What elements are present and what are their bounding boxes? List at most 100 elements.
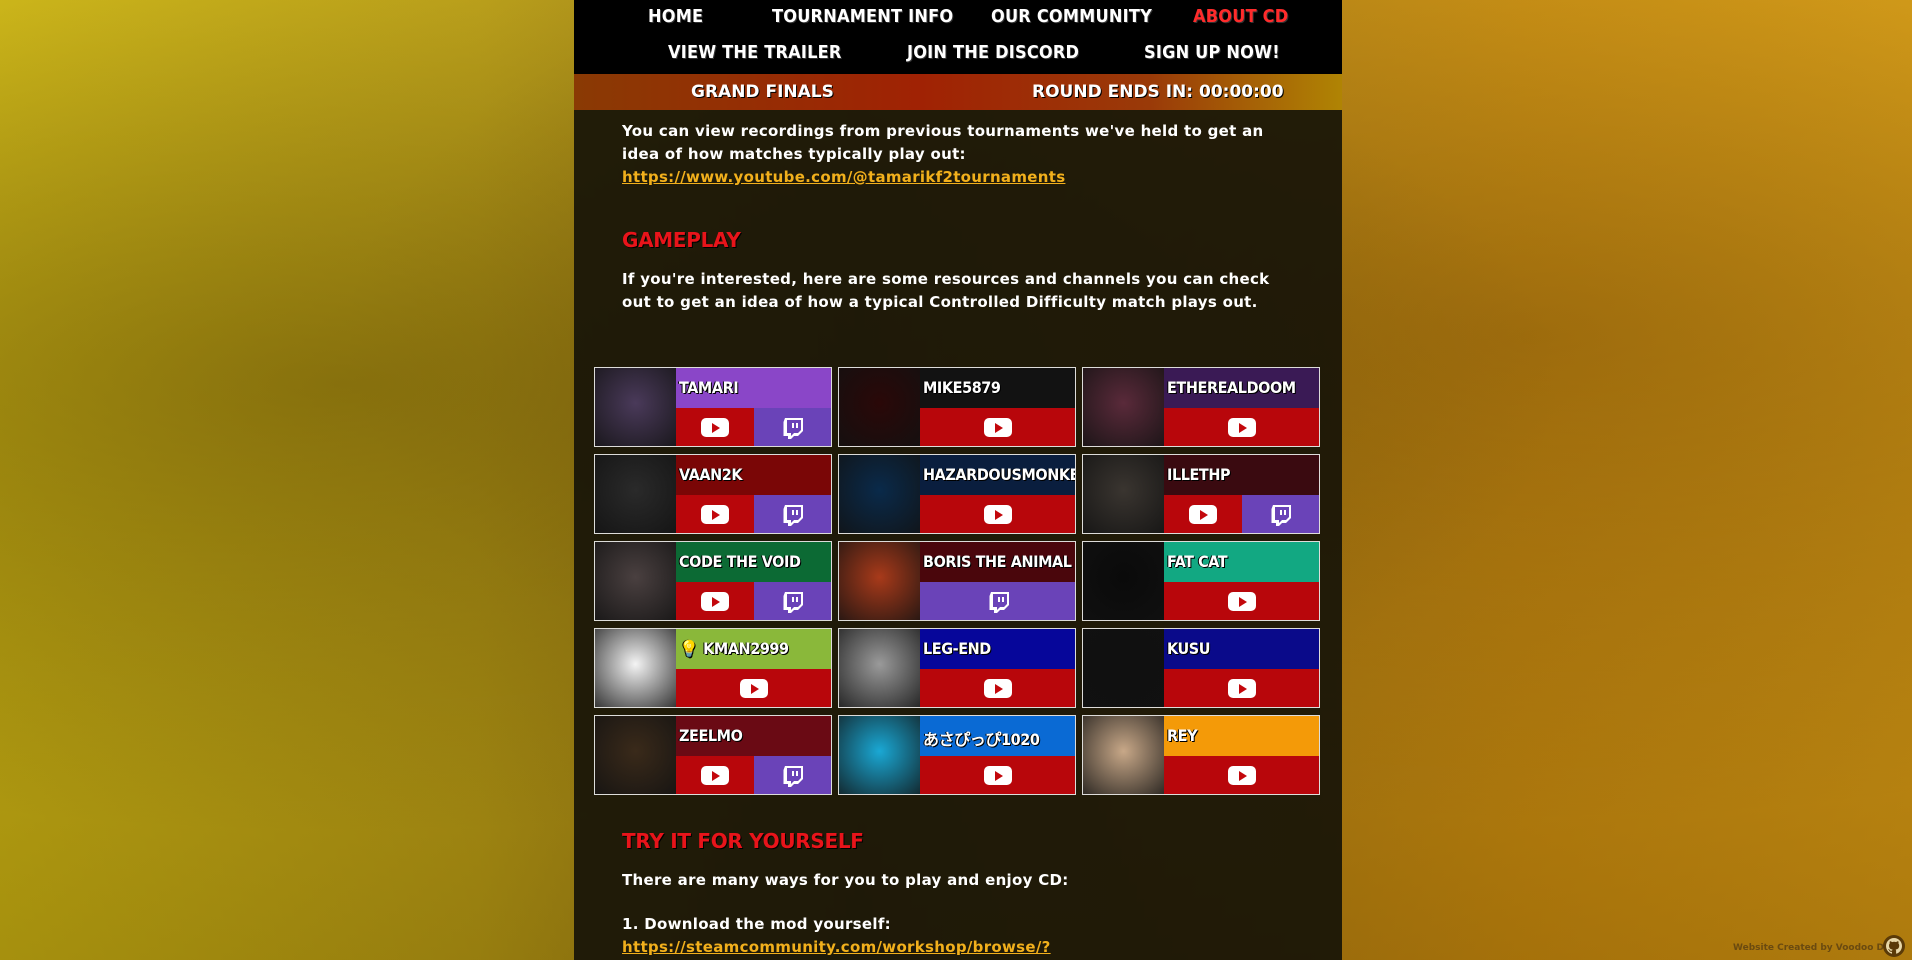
youtube-icon [1188,504,1217,524]
twitch-button[interactable] [753,582,831,620]
creator-avatar[interactable] [839,542,920,620]
creator-card: ETHEREALDOOM [1082,367,1320,447]
twitch-icon [1269,503,1292,526]
creator-name: BORIS THE ANIMAL [923,552,1072,571]
try-it-text: There are many ways for you to play and … [622,871,1069,889]
creator-card: ILLETHP [1082,454,1320,534]
creator-links [676,582,831,620]
creator-links [920,582,1075,620]
creator-name-strip: BORIS THE ANIMAL [920,542,1075,582]
footer-credit[interactable]: Website Created by Voodoo Doll [1733,943,1896,953]
creator-name-strip: 💡 KMAN2999 [676,629,831,669]
youtube-icon [700,504,729,524]
youtube-icon [700,765,729,785]
twitch-button[interactable] [920,582,1075,620]
creator-links [920,669,1075,707]
creator-avatar[interactable] [1083,629,1164,707]
twitch-button[interactable] [753,756,831,794]
youtube-icon [1227,678,1256,698]
twitch-button[interactable] [753,495,831,533]
youtube-button[interactable] [676,495,754,533]
creator-links [676,408,831,446]
creator-card: 💡 KMAN2999 [594,628,832,708]
creator-avatar[interactable] [839,455,920,533]
creator-card: FAT CAT [1082,541,1320,621]
creator-links [676,495,831,533]
twitch-button[interactable] [1241,495,1319,533]
creator-name-strip: REY [1164,716,1319,756]
youtube-button[interactable] [676,408,754,446]
creator-links [1164,756,1319,794]
github-icon[interactable] [1882,934,1906,958]
creator-name: MIKE5879 [923,378,1001,397]
youtube-button[interactable] [920,669,1075,707]
creator-avatar[interactable] [839,716,920,794]
youtube-button[interactable] [1164,582,1319,620]
creator-avatar[interactable] [839,368,920,446]
nav-join-discord[interactable]: JOIN THE DISCORD [907,42,1079,63]
step1-text: 1. Download the mod yourself: [622,915,891,933]
creator-name-strip: あさぴっぴ1020 [920,716,1075,756]
workshop-link[interactable]: https://steamcommunity.com/workshop/brow… [622,938,1051,956]
nav-about-cd[interactable]: ABOUT CD [1193,6,1288,27]
creator-avatar[interactable] [595,455,676,533]
creator-name-strip: MIKE5879 [920,368,1075,408]
creator-name-strip: FAT CAT [1164,542,1319,582]
twitch-button[interactable] [753,408,831,446]
creator-name-strip: CODE THE VOID [676,542,831,582]
creator-avatar[interactable] [595,716,676,794]
youtube-button[interactable] [920,756,1075,794]
round-label: GRAND FINALS [691,82,834,102]
nav-home[interactable]: HOME [648,6,703,27]
creator-name: HAZARDOUSMONKEY [923,465,1076,484]
youtube-icon [983,417,1012,437]
creator-links [676,756,831,794]
intro-paragraph: You can view recordings from previous to… [622,120,1302,189]
creator-avatar[interactable] [595,542,676,620]
creator-card: CODE THE VOID [594,541,832,621]
creator-name: TAMARI [679,378,739,397]
creator-avatar[interactable] [839,629,920,707]
creator-card: MIKE5879 [838,367,1076,447]
youtube-button[interactable] [920,495,1075,533]
twitch-icon [987,590,1009,613]
youtube-button[interactable] [676,756,754,794]
creator-links [920,495,1075,533]
youtube-button[interactable] [676,669,831,707]
creator-links [920,756,1075,794]
creator-card: HAZARDOUSMONKEY [838,454,1076,534]
nav-view-trailer[interactable]: VIEW THE TRAILER [668,42,842,63]
creator-links [1164,582,1319,620]
nav-our-community[interactable]: OUR COMMUNITY [991,6,1152,27]
nav-tournament-info[interactable]: TOURNAMENT INFO [772,6,953,27]
creator-avatar[interactable] [1083,542,1164,620]
youtube-button[interactable] [676,582,754,620]
creator-name-strip: LEG-END [920,629,1075,669]
youtube-button[interactable] [1164,669,1319,707]
creator-links [920,408,1075,446]
creator-card: BORIS THE ANIMAL [838,541,1076,621]
youtube-button[interactable] [920,408,1075,446]
youtube-icon [983,504,1012,524]
creator-avatar[interactable] [1083,716,1164,794]
creator-avatar[interactable] [595,368,676,446]
creator-links [1164,408,1319,446]
creator-avatar[interactable] [1083,368,1164,446]
youtube-channel-link[interactable]: https://www.youtube.com/@tamarikf2tourna… [622,168,1065,186]
creator-avatar[interactable] [595,629,676,707]
youtube-button[interactable] [1164,408,1319,446]
try-it-heading: TRY IT FOR YOURSELF [622,829,864,853]
creator-name: CODE THE VOID [679,552,801,571]
youtube-icon [1227,765,1256,785]
creator-name-strip: TAMARI [676,368,831,408]
creator-name-strip: VAAN2K [676,455,831,495]
youtube-icon [983,765,1012,785]
creator-name: ZEELMO [679,726,743,745]
youtube-button[interactable] [1164,495,1242,533]
youtube-button[interactable] [1164,756,1319,794]
top-nav: HOME TOURNAMENT INFO OUR COMMUNITY ABOUT… [574,0,1342,74]
creator-avatar[interactable] [1083,455,1164,533]
youtube-icon [1227,591,1256,611]
creator-name: 💡 KMAN2999 [679,639,789,658]
nav-sign-up[interactable]: SIGN UP NOW! [1144,42,1280,63]
